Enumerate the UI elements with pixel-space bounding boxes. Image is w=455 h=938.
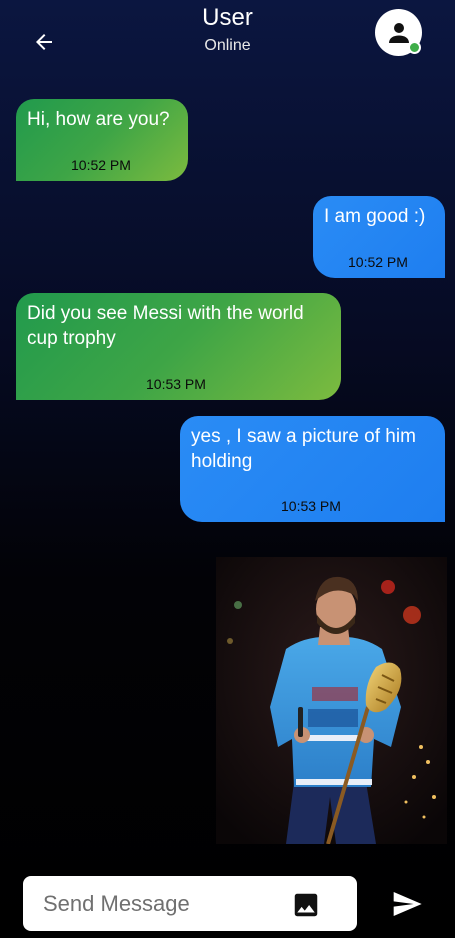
message-time: 10:53 PM xyxy=(281,498,341,514)
attach-image-button[interactable] xyxy=(291,890,321,920)
message-text: Did you see Messi with the world cup tro… xyxy=(27,303,304,349)
message-bubble-incoming[interactable]: Hi, how are you? 10:52 PM xyxy=(16,99,188,181)
photo-messi-trophy xyxy=(216,557,447,844)
image-message[interactable] xyxy=(216,557,447,844)
message-bubble-outgoing[interactable]: I am good :) 10:52 PM xyxy=(313,196,445,278)
message-composer xyxy=(23,876,357,931)
send-icon xyxy=(393,892,422,916)
message-time: 10:52 PM xyxy=(348,254,408,270)
message-bubble-incoming[interactable]: Did you see Messi with the world cup tro… xyxy=(16,293,341,400)
avatar[interactable] xyxy=(375,9,422,56)
message-text: Hi, how are you? xyxy=(27,109,170,130)
send-button[interactable] xyxy=(390,888,424,920)
message-text: yes , I saw a picture of him holding xyxy=(191,426,416,472)
message-time: 10:52 PM xyxy=(71,157,131,173)
online-indicator xyxy=(408,41,421,54)
chat-header: User Online xyxy=(0,0,455,80)
message-bubble-outgoing[interactable]: yes , I saw a picture of him holding 10:… xyxy=(180,416,445,522)
message-input[interactable] xyxy=(23,876,283,931)
message-time: 10:53 PM xyxy=(146,376,206,392)
image-icon xyxy=(294,893,318,917)
message-text: I am good :) xyxy=(324,206,426,227)
